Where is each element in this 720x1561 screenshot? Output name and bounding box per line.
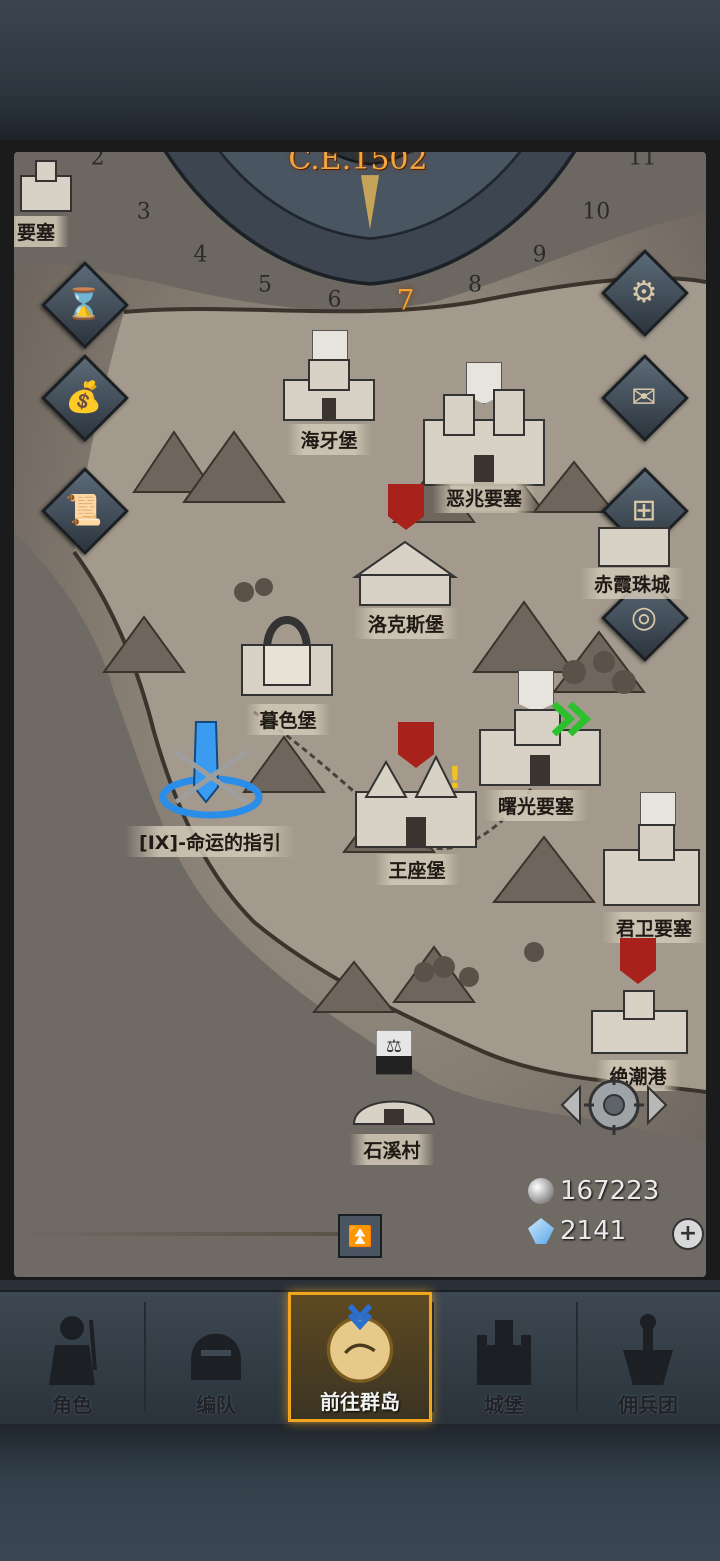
svg-text:⚖: ⚖: [386, 1036, 402, 1057]
nav-item-character[interactable]: 角色: [0, 1292, 144, 1422]
plus-icon: +: [678, 1221, 698, 1246]
castle-icon: [477, 1320, 531, 1385]
location-label: 石溪村: [349, 1134, 435, 1165]
knight-icon: [49, 1316, 97, 1385]
month-8[interactable]: 8: [468, 272, 482, 297]
location-label: 要塞: [14, 216, 70, 247]
hourglass-button[interactable]: ⌛: [41, 261, 129, 349]
month-11[interactable]: 11: [628, 152, 656, 171]
month-7[interactable]: 7: [397, 284, 415, 317]
castle-icon: [283, 359, 375, 421]
month-2[interactable]: 2: [91, 152, 105, 171]
quest-crystal-icon: [159, 721, 263, 819]
silver-coin-icon: [528, 1178, 554, 1204]
castle-icon: [355, 754, 477, 848]
village-icon: [352, 1100, 436, 1125]
month-4[interactable]: 4: [193, 243, 207, 268]
gear-icon: ⚙: [630, 274, 658, 310]
bottom-background: [0, 1422, 720, 1561]
crystal-icon: [528, 1218, 554, 1244]
location-label: 王座堡: [374, 854, 460, 885]
nav-item-islands[interactable]: 前往群岛: [288, 1292, 432, 1422]
castle-icon: [603, 824, 700, 906]
month-5[interactable]: 5: [258, 272, 272, 297]
justice-banner-icon: ⚖: [376, 1030, 412, 1075]
silver-amount: 167223: [560, 1176, 660, 1206]
silver-resource: 167223: [528, 1176, 659, 1206]
nav-label: 前往群岛: [320, 1390, 400, 1414]
world-map[interactable]: C.E.1502 123456789101112 ⌛ 💰 📜 ⚙ ✉ ⊞ ◎ 要…: [14, 152, 706, 1277]
nav-label: 编队: [196, 1393, 236, 1417]
location-label: 海牙堡: [286, 424, 372, 455]
month-9[interactable]: 9: [533, 243, 547, 268]
location-label: 恶兆要塞: [431, 482, 537, 513]
helmet-icon: [191, 1333, 241, 1380]
scroll-icon: 📜: [65, 492, 103, 528]
scroll-top-button[interactable]: ⏫: [338, 1214, 382, 1258]
add-resource-button[interactable]: +: [672, 1218, 704, 1250]
location-label: 曙光要塞: [483, 790, 589, 821]
nav-item-formation[interactable]: 编队: [144, 1292, 288, 1422]
scroll-track: [14, 1232, 354, 1236]
location-label: 赤霞珠城: [579, 568, 685, 599]
scroll-button[interactable]: 📜: [41, 467, 129, 555]
bottom-navigation: 角色 编队 前往群岛 城堡 佣兵团: [0, 1290, 720, 1424]
top-background: [0, 0, 720, 140]
money-bag-button[interactable]: 💰: [41, 354, 129, 442]
castle-icon: [591, 990, 688, 1054]
compass-icon: [326, 1303, 394, 1383]
year-display: C.E.1502: [288, 152, 428, 177]
castle-icon: [241, 616, 333, 696]
month-10[interactable]: 10: [582, 200, 610, 225]
month-3[interactable]: 3: [137, 200, 151, 225]
money-bag-icon: 💰: [65, 379, 103, 415]
castle-icon: [351, 540, 459, 606]
crystal-amount: 2141: [560, 1216, 627, 1246]
nav-label: 角色: [52, 1393, 92, 1417]
location-label: 洛克斯堡: [353, 608, 459, 639]
nav-label: 城堡: [484, 1393, 524, 1417]
location-label: [IX]-命运的指引: [125, 826, 295, 857]
hourglass-icon: ⌛: [65, 286, 103, 322]
castle-icon: [423, 389, 545, 486]
castle-icon: [20, 160, 72, 212]
castle-icon: [598, 527, 670, 567]
settings-button[interactable]: ⚙: [601, 249, 689, 337]
recenter-button[interactable]: [554, 1070, 674, 1140]
nav-item-castle[interactable]: 城堡: [432, 1292, 576, 1422]
double-chevron-icon: [551, 701, 592, 737]
crystal-resource: 2141: [528, 1216, 626, 1246]
month-6[interactable]: 6: [327, 288, 341, 313]
nav-item-mercenary[interactable]: 佣兵团: [576, 1292, 720, 1422]
arrow-up-icon: ⏫: [347, 1224, 373, 1248]
mercenary-icon: [623, 1314, 673, 1385]
nav-label: 佣兵团: [618, 1393, 678, 1417]
mail-icon: ✉: [631, 379, 657, 415]
mail-button[interactable]: ✉: [601, 354, 689, 442]
